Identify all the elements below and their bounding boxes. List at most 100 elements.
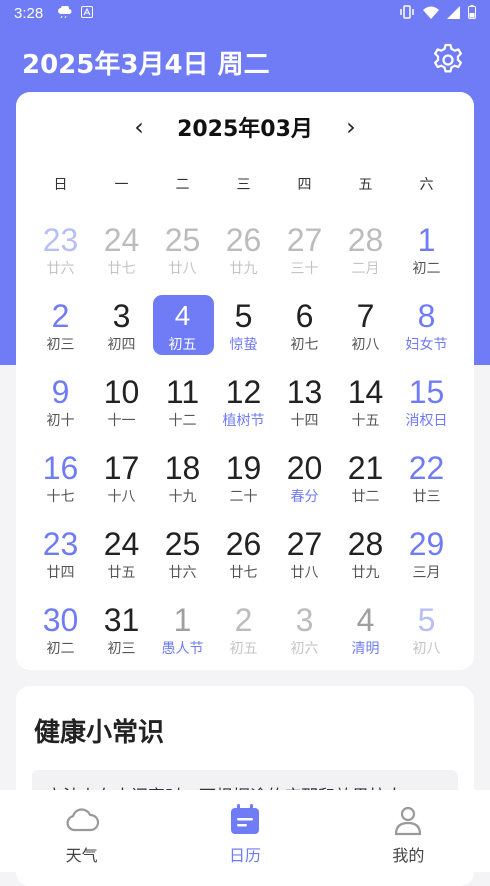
settings-gear-icon[interactable]	[430, 42, 466, 78]
calendar-day[interactable]: 18 十九	[152, 446, 213, 522]
day-lunar-label: 惊蛰	[229, 337, 258, 353]
next-month-button[interactable]: ›	[341, 115, 361, 139]
day-lunar-label: 廿八	[290, 565, 319, 581]
day-number: 25	[164, 526, 201, 562]
day-lunar-label: 初八	[351, 337, 380, 353]
day-lunar-label: 十二	[168, 413, 197, 429]
calendar-day[interactable]: 30 初二	[30, 598, 91, 674]
calendar-day[interactable]: 13 十四	[274, 370, 335, 446]
calendar-day-selected[interactable]: 4 初五	[152, 294, 214, 370]
calendar-grid: 23 廿六 24 廿七 25 廿八 26 廿九 27 三十 28 二月 1 初二 2 初三 3 初四 4 初五 5 惊蛰 6…	[30, 218, 457, 674]
nav-tab-calendar[interactable]: 日历	[163, 790, 326, 872]
calendar-day[interactable]: 28 二月	[335, 218, 396, 294]
day-number: 2	[51, 298, 70, 334]
battery-icon	[468, 5, 476, 19]
weekday-label: 五	[358, 177, 373, 193]
calendar-day[interactable]: 10 十一	[91, 370, 152, 446]
month-navigator: ‹ 2025年03月 ›	[16, 112, 474, 142]
calendar-day[interactable]: 24 廿七	[91, 218, 152, 294]
calendar-day[interactable]: 3 初四	[91, 294, 152, 370]
weekday-label: 四	[297, 177, 312, 193]
calendar-day[interactable]: 23 廿六	[30, 218, 91, 294]
day-lunar-label: 廿八	[168, 261, 197, 277]
day-lunar-label: 十九	[168, 489, 197, 505]
day-number: 28	[347, 526, 384, 562]
signal-icon	[447, 5, 460, 19]
day-number: 29	[408, 526, 445, 562]
nav-tab-weather[interactable]: 天气	[0, 790, 163, 872]
day-lunar-label: 十七	[46, 489, 75, 505]
cloud-rain-icon	[58, 6, 72, 18]
calendar-day[interactable]: 15 消权日	[396, 370, 457, 446]
calendar-day[interactable]: 27 三十	[274, 218, 335, 294]
day-number: 27	[286, 222, 323, 258]
calendar-day[interactable]: 26 廿七	[213, 522, 274, 598]
calendar-day[interactable]: 5 惊蛰	[213, 294, 274, 370]
day-lunar-label: 十五	[351, 413, 380, 429]
day-lunar-label: 廿五	[107, 565, 136, 581]
calendar-day[interactable]: 16 十七	[30, 446, 91, 522]
day-number: 10	[103, 374, 140, 410]
calendar-day[interactable]: 12 植树节	[213, 370, 274, 446]
day-number: 5	[417, 602, 436, 638]
calendar-day[interactable]: 20 春分	[274, 446, 335, 522]
day-lunar-label: 初三	[107, 641, 136, 657]
day-lunar-label: 二十	[229, 489, 258, 505]
calendar-day[interactable]: 28 廿九	[335, 522, 396, 598]
calendar-day[interactable]: 22 廿三	[396, 446, 457, 522]
calendar-day[interactable]: 26 廿九	[213, 218, 274, 294]
calendar-day[interactable]: 17 十八	[91, 446, 152, 522]
calendar-day[interactable]: 3 初六	[274, 598, 335, 674]
day-lunar-label: 三月	[412, 565, 441, 581]
calendar-day[interactable]: 23 廿四	[30, 522, 91, 598]
calendar-day[interactable]: 6 初七	[274, 294, 335, 370]
calendar-day[interactable]: 29 三月	[396, 522, 457, 598]
calendar-day[interactable]: 7 初八	[335, 294, 396, 370]
day-number: 3	[112, 298, 131, 334]
day-number: 1	[417, 222, 436, 258]
nav-label-weather: 天气	[65, 846, 98, 865]
day-lunar-label: 二月	[351, 261, 380, 277]
day-number: 20	[286, 450, 323, 486]
calendar-day[interactable]: 14 十五	[335, 370, 396, 446]
calendar-icon	[230, 804, 259, 834]
calendar-day[interactable]: 8 妇女节	[396, 294, 457, 370]
day-number: 8	[417, 298, 436, 334]
day-lunar-label: 初二	[412, 261, 441, 277]
prev-month-button[interactable]: ‹	[129, 115, 149, 139]
wifi-icon	[423, 6, 439, 19]
day-number: 19	[225, 450, 262, 486]
calendar-day[interactable]: 5 初八	[396, 598, 457, 674]
calendar-day[interactable]: 11 十二	[152, 370, 213, 446]
calendar-day[interactable]: 19 二十	[213, 446, 274, 522]
calendar-day[interactable]: 1 愚人节	[152, 598, 213, 674]
day-number: 6	[295, 298, 314, 334]
calendar-day[interactable]: 2 初三	[30, 294, 91, 370]
day-number: 12	[225, 374, 262, 410]
day-lunar-label: 十四	[290, 413, 319, 429]
page-title: 2025年3月4日 周二	[22, 50, 270, 80]
calendar-day[interactable]: 2 初五	[213, 598, 274, 674]
day-number: 24	[103, 526, 140, 562]
calendar-day[interactable]: 21 廿二	[335, 446, 396, 522]
calendar-day[interactable]: 27 廿八	[274, 522, 335, 598]
day-number: 13	[286, 374, 323, 410]
day-number: 24	[103, 222, 140, 258]
calendar-day[interactable]: 25 廿六	[152, 522, 213, 598]
calendar-day[interactable]: 24 廿五	[91, 522, 152, 598]
nav-tab-profile[interactable]: 我的	[327, 790, 490, 872]
day-lunar-label: 妇女节	[405, 337, 448, 353]
health-tips-title: 健康小常识	[34, 718, 165, 748]
calendar-day[interactable]: 31 初三	[91, 598, 152, 674]
bottom-navigation: 天气 日历 我的	[0, 790, 490, 872]
calendar-day[interactable]: 9 初十	[30, 370, 91, 446]
calendar-day[interactable]: 25 廿八	[152, 218, 213, 294]
day-lunar-label: 初五	[229, 641, 258, 657]
status-bar: 3:28	[0, 0, 490, 28]
weekday-label: 一	[114, 177, 129, 193]
weekday-label: 三	[236, 177, 251, 193]
day-number: 4	[174, 300, 191, 331]
calendar-day[interactable]: 1 初二	[396, 218, 457, 294]
calendar-day[interactable]: 4 清明	[335, 598, 396, 674]
day-number: 5	[234, 298, 253, 334]
